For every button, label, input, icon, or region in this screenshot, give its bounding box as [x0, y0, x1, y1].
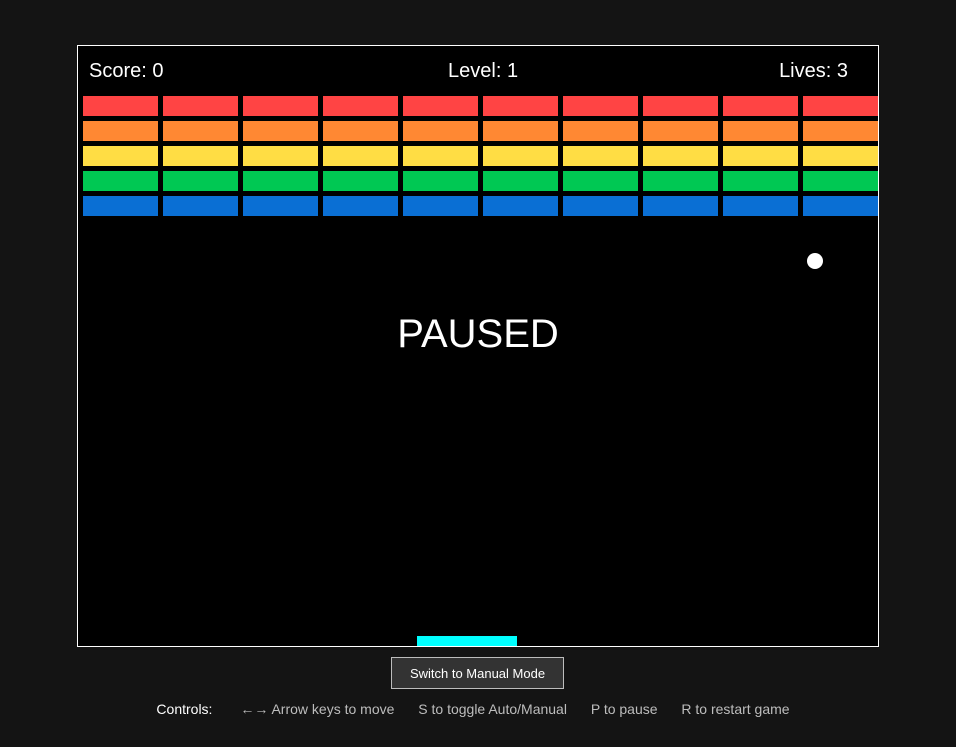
brick: [643, 96, 718, 116]
brick: [483, 121, 558, 141]
brick: [563, 171, 638, 191]
brick: [323, 146, 398, 166]
brick: [803, 96, 878, 116]
level-display: Level: 1: [448, 59, 518, 83]
control-hint-pause: P to pause: [590, 701, 658, 717]
brick: [83, 171, 158, 191]
score-display: Score: 0: [89, 59, 164, 83]
brick: [403, 146, 478, 166]
brick: [643, 121, 718, 141]
brick: [83, 146, 158, 166]
brick: [643, 146, 718, 166]
controls-label: Controls:: [156, 701, 213, 717]
brick: [243, 171, 318, 191]
brick: [323, 171, 398, 191]
brick: [163, 146, 238, 166]
brick: [403, 96, 478, 116]
brick: [803, 146, 878, 166]
score-value: 0: [152, 60, 164, 82]
brick: [483, 196, 558, 216]
brick: [323, 196, 398, 216]
lives-display: Lives: 3: [779, 59, 848, 83]
brick: [403, 121, 478, 141]
brick: [243, 96, 318, 116]
brick: [243, 121, 318, 141]
brick: [803, 196, 878, 216]
brick: [323, 96, 398, 116]
controls-help: Controls: ←→ Arrow keys to move S to tog…: [0, 700, 956, 718]
brick: [163, 96, 238, 116]
paddle[interactable]: [417, 636, 517, 646]
level-label: Level:: [448, 60, 502, 82]
control-hint-toggle: S to toggle Auto/Manual: [418, 701, 567, 717]
brick: [483, 96, 558, 116]
brick: [483, 171, 558, 191]
brick: [163, 171, 238, 191]
ball: [807, 253, 823, 269]
brick: [723, 171, 798, 191]
brick: [403, 171, 478, 191]
score-label: Score:: [89, 60, 147, 82]
brick: [83, 121, 158, 141]
control-hint-move: ←→ Arrow keys to move: [240, 701, 395, 717]
brick: [243, 196, 318, 216]
level-value: 1: [506, 60, 519, 82]
brick: [163, 196, 238, 216]
brick: [643, 196, 718, 216]
control-hint-restart: R to restart game: [681, 701, 790, 717]
lives-label: Lives:: [779, 60, 832, 82]
brick: [483, 146, 558, 166]
switch-mode-button[interactable]: Switch to Manual Mode: [391, 657, 564, 689]
game-canvas[interactable]: Score: 0 Level: 1 Lives: 3 PAUSED: [77, 45, 879, 647]
brick: [643, 171, 718, 191]
lives-value: 3: [836, 60, 848, 82]
brick: [403, 196, 478, 216]
paused-overlay: PAUSED: [397, 312, 559, 356]
brick: [563, 146, 638, 166]
brick: [723, 146, 798, 166]
brick: [723, 121, 798, 141]
brick: [803, 171, 878, 191]
brick: [563, 196, 638, 216]
brick: [323, 121, 398, 141]
brick: [723, 96, 798, 116]
brick: [803, 121, 878, 141]
brick: [83, 196, 158, 216]
brick: [563, 121, 638, 141]
brick: [243, 146, 318, 166]
brick: [83, 96, 158, 116]
brick: [563, 96, 638, 116]
brick: [723, 196, 798, 216]
brick: [163, 121, 238, 141]
